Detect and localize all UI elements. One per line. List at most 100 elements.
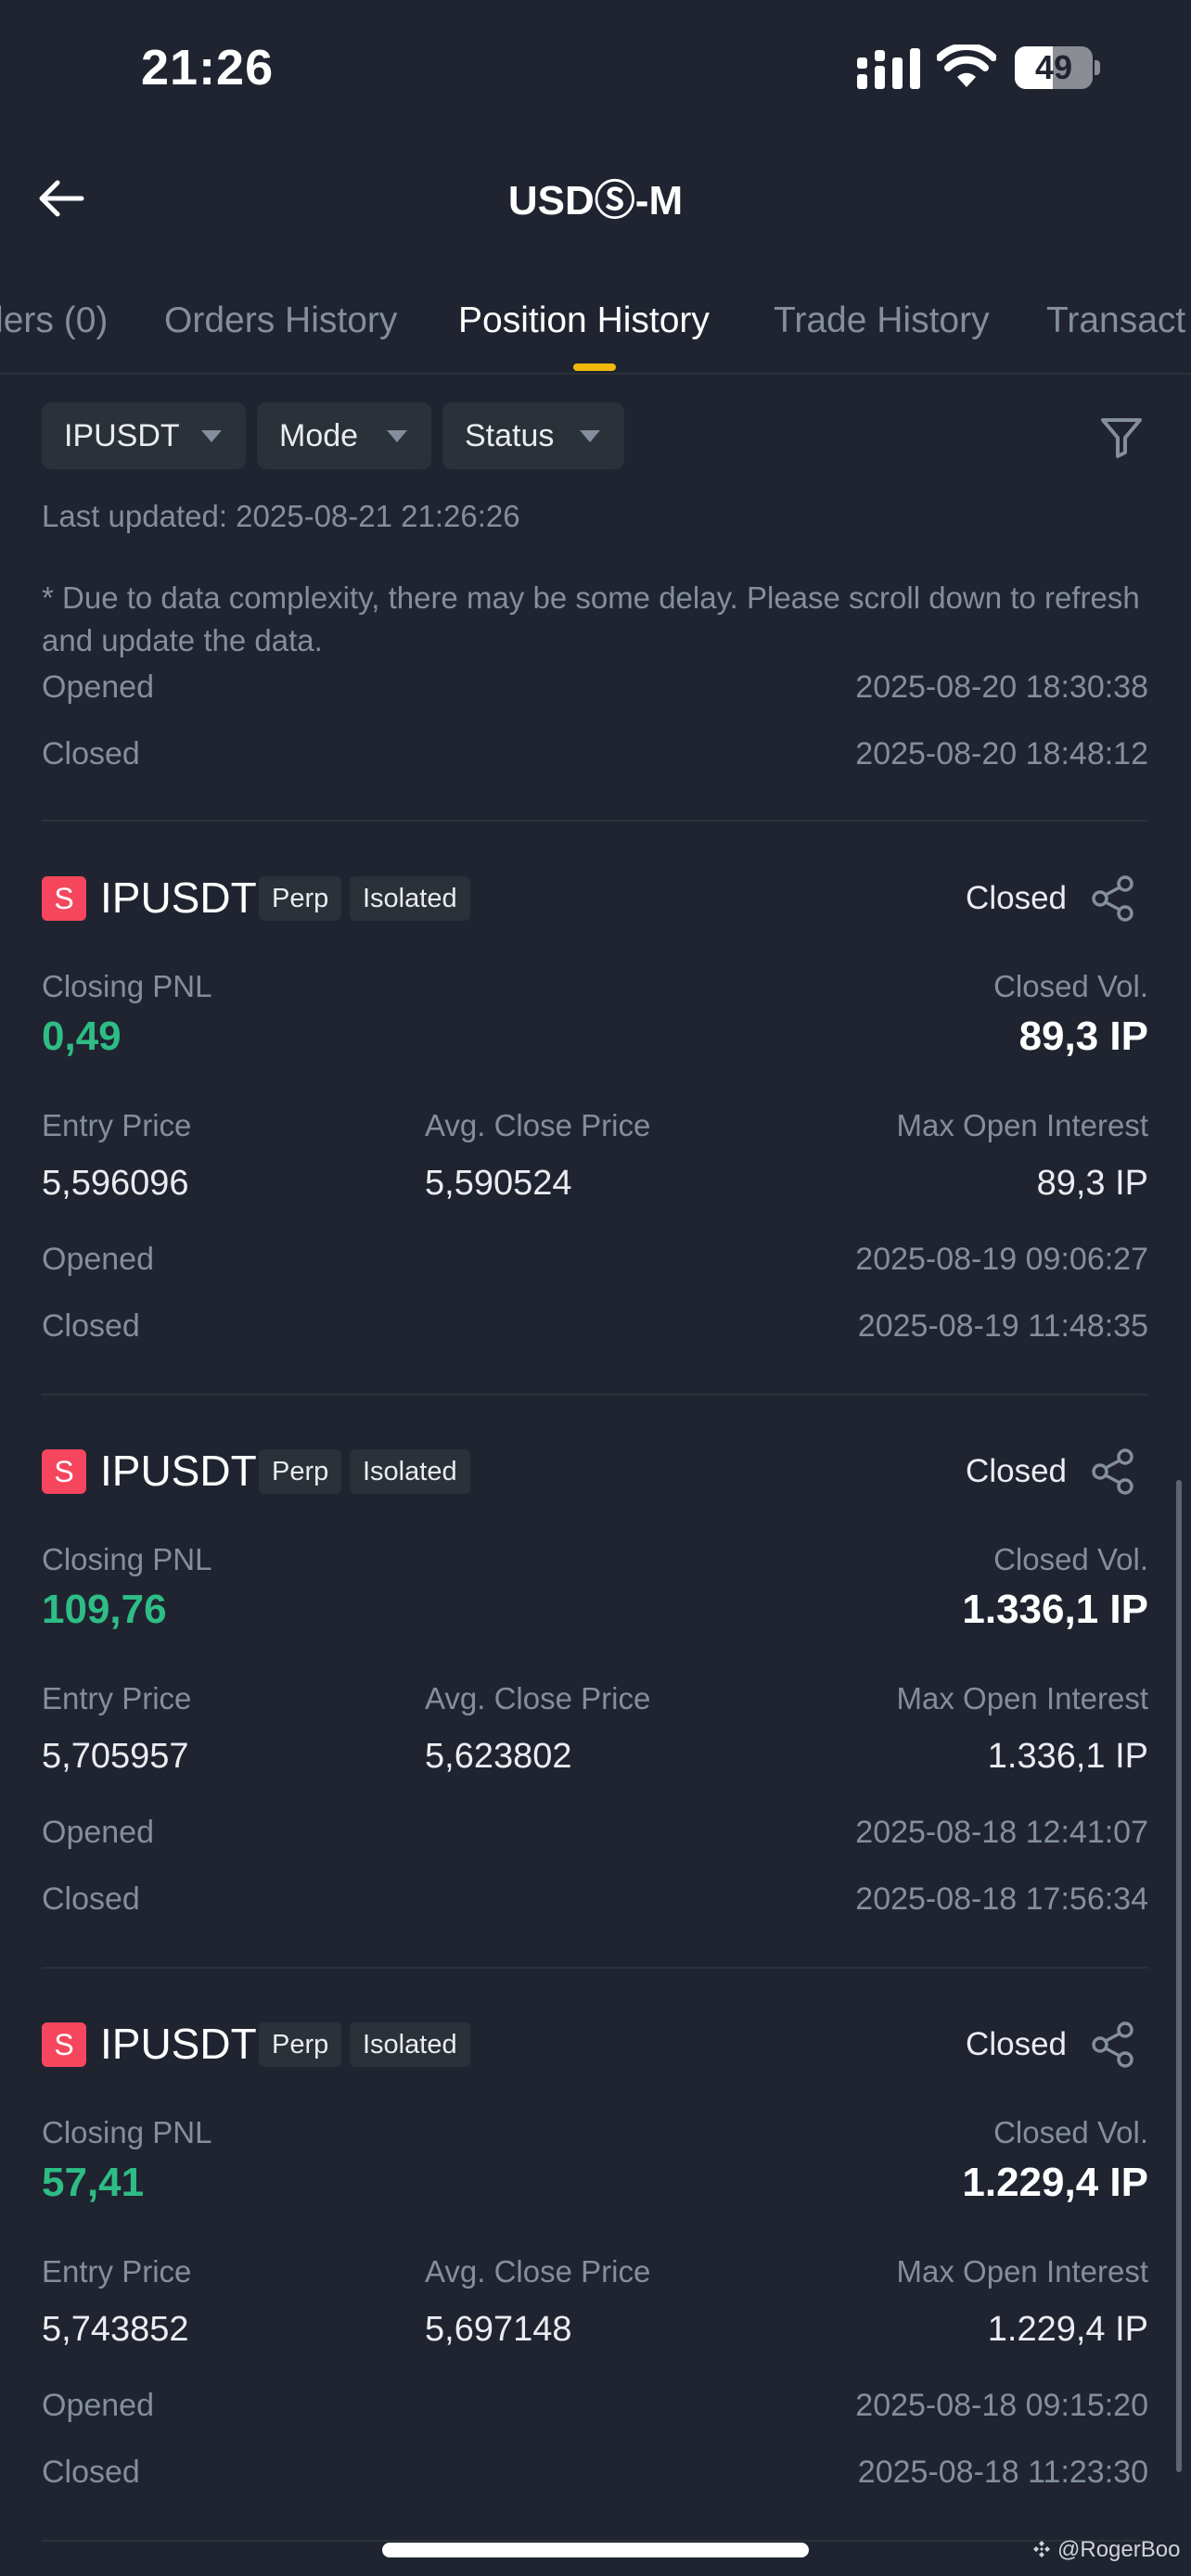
caret-down-icon bbox=[387, 430, 407, 442]
closed-label: Closed bbox=[42, 1308, 140, 1344]
position-symbol: IPUSDT bbox=[100, 2020, 257, 2068]
max-open-interest-label: Max Open Interest bbox=[896, 1108, 1148, 1142]
status-filter-dropdown[interactable]: Status bbox=[442, 402, 624, 469]
avg-close-price-value: 5,623802 bbox=[425, 1737, 572, 1776]
mode-filter-label: Mode bbox=[279, 418, 359, 453]
symbol-filter-label: IPUSDT bbox=[64, 418, 180, 453]
entry-price-label: Entry Price bbox=[42, 2254, 192, 2289]
divider bbox=[42, 820, 1148, 822]
nav-bar: USDⓈ-M bbox=[0, 148, 1191, 241]
max-open-interest-value: 89,3 IP bbox=[1036, 1164, 1148, 1203]
avg-close-price-value: 5,590524 bbox=[425, 1164, 572, 1203]
closed-vol-label: Closed Vol. bbox=[993, 1542, 1148, 1576]
closed-vol-value: 1.229,4 IP bbox=[962, 2160, 1148, 2205]
closed-label: Closed bbox=[42, 2455, 140, 2490]
entry-price-value: 5,743852 bbox=[42, 2310, 189, 2349]
opened-time: 2025-08-18 09:15:20 bbox=[855, 2388, 1148, 2423]
entry-price-value: 5,596096 bbox=[42, 1164, 189, 1203]
short-side-badge: S bbox=[42, 876, 86, 921]
tab-transaction-history[interactable]: Transact bbox=[1046, 300, 1185, 341]
margin-mode-tag: Isolated bbox=[350, 1449, 470, 1494]
closing-pnl-value: 109,76 bbox=[42, 1587, 167, 1632]
avg-close-price-value: 5,697148 bbox=[425, 2310, 572, 2349]
closing-pnl-label: Closing PNL bbox=[42, 969, 212, 1003]
closing-pnl-value: 0,49 bbox=[42, 1014, 122, 1059]
position-card[interactable]: S IPUSDT Perp Isolated Closed Closing PN… bbox=[0, 1447, 1191, 1987]
opened-time: 2025-08-18 12:41:07 bbox=[855, 1815, 1148, 1850]
symbol-filter-dropdown[interactable]: IPUSDT bbox=[42, 402, 246, 469]
closed-time: 2025-08-19 11:48:35 bbox=[857, 1308, 1148, 1344]
opened-label: Opened bbox=[42, 670, 154, 705]
signal-icon bbox=[857, 48, 920, 89]
closing-pnl-value: 57,41 bbox=[42, 2160, 145, 2205]
position-status: Closed bbox=[966, 2026, 1067, 2062]
mode-filter-dropdown[interactable]: Mode bbox=[257, 402, 431, 469]
filter-bar: IPUSDT Mode Status bbox=[0, 402, 1191, 471]
status-bar: 21:26 49 bbox=[0, 0, 1191, 139]
avg-close-price-label: Avg. Close Price bbox=[425, 1108, 651, 1142]
data-delay-notice: * Due to data complexity, there may be s… bbox=[42, 580, 1140, 657]
entry-price-label: Entry Price bbox=[42, 1681, 192, 1715]
closing-pnl-label: Closing PNL bbox=[42, 2115, 212, 2149]
position-status: Closed bbox=[966, 880, 1067, 916]
tab-bar: ders (0) Orders History Position History… bbox=[0, 287, 1191, 375]
closed-time: 2025-08-20 18:48:12 bbox=[855, 736, 1148, 772]
closed-time: 2025-08-18 11:23:30 bbox=[857, 2455, 1148, 2490]
divider bbox=[42, 1967, 1148, 1969]
position-status: Closed bbox=[966, 1453, 1067, 1489]
battery-icon: 49 bbox=[1015, 46, 1100, 89]
page-title: USDⓈ-M bbox=[507, 178, 684, 223]
share-icon[interactable] bbox=[1089, 2021, 1137, 2069]
margin-mode-tag: Isolated bbox=[350, 876, 470, 921]
position-card[interactable]: S IPUSDT Perp Isolated Closed Closing PN… bbox=[0, 874, 1191, 1414]
caret-down-icon bbox=[201, 430, 222, 442]
scrollbar[interactable] bbox=[1176, 1480, 1182, 2472]
tab-trade-history[interactable]: Trade History bbox=[774, 300, 990, 341]
perp-tag: Perp bbox=[259, 876, 342, 921]
partial-opened-row: Opened 2025-08-20 18:30:38 bbox=[42, 670, 1148, 706]
closed-vol-label: Closed Vol. bbox=[993, 969, 1148, 1003]
caret-down-icon bbox=[580, 430, 600, 442]
entry-price-value: 5,705957 bbox=[42, 1737, 189, 1776]
opened-time: 2025-08-19 09:06:27 bbox=[855, 1242, 1148, 1277]
tab-orders-history[interactable]: Orders History bbox=[164, 300, 397, 341]
partial-closed-row: Closed 2025-08-20 18:48:12 bbox=[42, 736, 1148, 772]
closing-pnl-label: Closing PNL bbox=[42, 1542, 212, 1576]
short-side-badge: S bbox=[42, 1449, 86, 1494]
max-open-interest-label: Max Open Interest bbox=[896, 2254, 1148, 2289]
max-open-interest-value: 1.229,4 IP bbox=[987, 2310, 1148, 2349]
filter-icon[interactable] bbox=[1098, 414, 1145, 460]
status-time: 21:26 bbox=[141, 40, 275, 96]
opened-label: Opened bbox=[42, 1242, 154, 1277]
opened-time: 2025-08-20 18:30:38 bbox=[855, 670, 1148, 705]
closed-time: 2025-08-18 17:56:34 bbox=[855, 1881, 1148, 1917]
entry-price-label: Entry Price bbox=[42, 1108, 192, 1142]
closed-label: Closed bbox=[42, 736, 140, 772]
perp-tag: Perp bbox=[259, 2022, 342, 2067]
active-tab-indicator bbox=[573, 363, 616, 371]
tab-open-orders[interactable]: ders (0) bbox=[0, 300, 108, 341]
max-open-interest-value: 1.336,1 IP bbox=[987, 1737, 1148, 1776]
closed-vol-value: 89,3 IP bbox=[1018, 1014, 1148, 1059]
avg-close-price-label: Avg. Close Price bbox=[425, 1681, 651, 1715]
position-symbol: IPUSDT bbox=[100, 1447, 257, 1495]
tab-position-history[interactable]: Position History bbox=[458, 300, 710, 341]
position-symbol: IPUSDT bbox=[100, 874, 257, 922]
closed-vol-label: Closed Vol. bbox=[993, 2115, 1148, 2149]
perp-tag: Perp bbox=[259, 1449, 342, 1494]
watermark: @RogerBoo bbox=[1031, 2537, 1180, 2563]
share-icon[interactable] bbox=[1089, 1447, 1137, 1496]
max-open-interest-label: Max Open Interest bbox=[896, 1681, 1148, 1715]
binance-logo-icon bbox=[1033, 2541, 1050, 2557]
home-indicator[interactable] bbox=[382, 2543, 809, 2557]
short-side-badge: S bbox=[42, 2022, 86, 2067]
divider bbox=[42, 1394, 1148, 1396]
closed-label: Closed bbox=[42, 1881, 140, 1917]
last-updated-text: Last updated: 2025-08-21 21:26:26 bbox=[42, 499, 520, 533]
margin-mode-tag: Isolated bbox=[350, 2022, 470, 2067]
avg-close-price-label: Avg. Close Price bbox=[425, 2254, 651, 2289]
status-filter-label: Status bbox=[465, 418, 555, 453]
wifi-icon bbox=[937, 45, 996, 87]
position-card[interactable]: S IPUSDT Perp Isolated Closed Closing PN… bbox=[0, 2020, 1191, 2560]
share-icon[interactable] bbox=[1089, 874, 1137, 923]
